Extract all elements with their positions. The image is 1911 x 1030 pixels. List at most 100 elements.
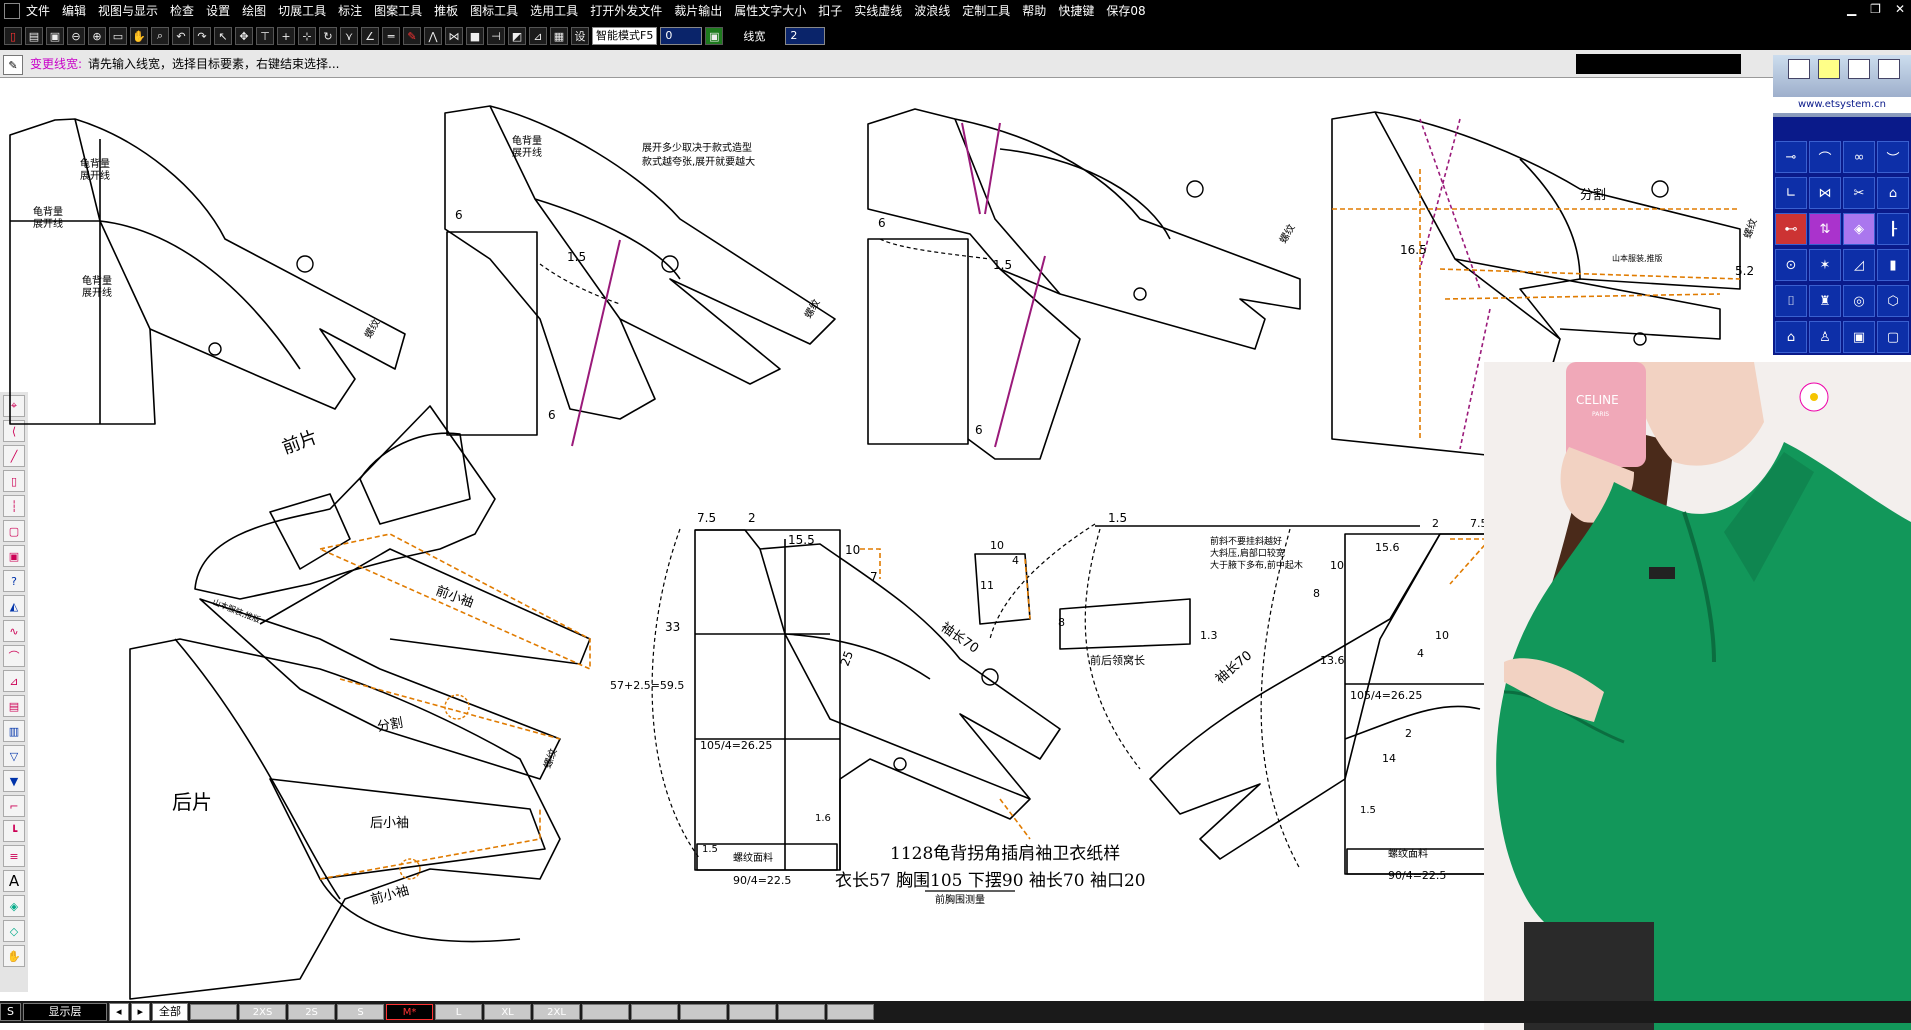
mode-select[interactable]: 智能模式F5 [592, 27, 658, 45]
menu-icon-tool[interactable]: 选用工具 [524, 0, 584, 22]
save-icon[interactable]: ▣ [46, 27, 64, 45]
add-point-icon[interactable]: ⊹ [298, 27, 316, 45]
tool-arc-icon[interactable]: ︶ [1877, 141, 1909, 173]
redo-icon[interactable]: ↷ [193, 27, 211, 45]
cross-icon[interactable]: + [277, 27, 295, 45]
menu-view[interactable]: 视图与显示 [92, 0, 164, 22]
size-empty[interactable] [778, 1004, 826, 1020]
zoom-area-icon[interactable]: ⌕ [151, 27, 169, 45]
dart-icon[interactable]: ⋀ [424, 27, 442, 45]
pan-hand-icon[interactable]: ✋ [130, 27, 148, 45]
color-icon[interactable]: ■ [466, 27, 484, 45]
menu-help[interactable]: 快捷键 [1052, 0, 1100, 22]
size-s[interactable]: S [337, 1004, 385, 1020]
select-arrow-icon[interactable]: ↖ [214, 27, 232, 45]
size-empty[interactable] [680, 1004, 728, 1020]
size-2s[interactable]: 2S [288, 1004, 336, 1020]
tool-collar-icon[interactable]: ⌂ [1877, 177, 1909, 209]
tool-sew-icon[interactable]: ⊷ [1775, 213, 1807, 245]
tool-hex-icon[interactable]: ⬡ [1877, 285, 1909, 317]
menu-grading[interactable]: 图标工具 [464, 0, 524, 22]
all-sizes-button[interactable]: 全部 [152, 1003, 189, 1021]
grade-icon[interactable]: ◩ [508, 27, 526, 45]
tool-link-icon[interactable]: ∞ [1843, 141, 1875, 173]
menu-piece-output[interactable]: 属性文字大小 [728, 0, 812, 22]
open-file-icon[interactable]: ▤ [25, 27, 43, 45]
tool-star-icon[interactable]: ✶ [1809, 249, 1841, 281]
tool-house-icon[interactable]: ⌂ [1775, 321, 1807, 353]
measure-icon[interactable]: ⊿ [529, 27, 547, 45]
size-2xl[interactable]: 2XL [533, 1004, 581, 1020]
zoom-in-icon[interactable]: ⊕ [88, 27, 106, 45]
undo-icon[interactable]: ↶ [172, 27, 190, 45]
parallel-icon[interactable]: ═ [382, 27, 400, 45]
tool-block-icon[interactable]: ▮ [1877, 249, 1909, 281]
tool-scissors-icon[interactable]: ✂ [1843, 177, 1875, 209]
menu-line-style[interactable]: 波浪线 [908, 0, 956, 22]
size-empty[interactable] [827, 1004, 875, 1020]
menu-file[interactable]: 文件 [20, 0, 56, 22]
pattern-draft-right[interactable] [1095, 525, 1496, 875]
size-2xs[interactable]: 2XS [239, 1004, 287, 1020]
tool-shoe-icon[interactable]: ◿ [1843, 249, 1875, 281]
tool-needle-icon[interactable]: ⊸ [1775, 141, 1807, 173]
settings-char-icon[interactable]: 设 [571, 27, 589, 45]
size-blank[interactable] [190, 1004, 238, 1020]
pattern-piece-1[interactable] [9, 118, 406, 425]
pattern-piece-front[interactable] [194, 405, 496, 600]
tool-grade-icon[interactable]: ⇅ [1809, 213, 1841, 245]
angle-icon[interactable]: ∠ [361, 27, 379, 45]
grid-icon[interactable]: ▦ [550, 27, 568, 45]
pattern-piece-back[interactable] [129, 638, 561, 1000]
tool-machine-icon[interactable]: ⌷ [1775, 285, 1807, 317]
menu-open-external[interactable]: 裁片输出 [668, 0, 728, 22]
line-width-input[interactable]: 2 [785, 27, 826, 45]
prev-arrow-icon[interactable]: ◂ [108, 1003, 129, 1021]
confirm-icon[interactable]: ▣ [705, 27, 724, 45]
rotate-icon[interactable]: ↻ [319, 27, 337, 45]
pattern-piece-front-sleeve[interactable] [199, 548, 591, 780]
menu-pattern-tool[interactable]: 推板 [428, 0, 464, 22]
size-s-button[interactable]: S [0, 1003, 21, 1021]
pen-icon[interactable]: ✎ [403, 27, 421, 45]
next-arrow-icon[interactable]: ▸ [130, 1003, 151, 1021]
notch-icon[interactable]: ⊣ [487, 27, 505, 45]
menu-shortcuts[interactable]: 保存08 [1100, 0, 1151, 22]
pleat-icon[interactable]: ⋈ [445, 27, 463, 45]
value-input[interactable]: 0 [660, 27, 703, 45]
tool-pin-icon[interactable]: ⊙ [1775, 249, 1807, 281]
menu-settings[interactable]: 设置 [200, 0, 236, 22]
tool-box-icon[interactable]: ▢ [1877, 321, 1909, 353]
move-icon[interactable]: ✥ [235, 27, 253, 45]
size-empty[interactable] [631, 1004, 679, 1020]
pattern-piece-3[interactable] [867, 108, 1301, 460]
tool-bag-icon[interactable]: ▣ [1843, 321, 1875, 353]
menu-wave-line[interactable]: 定制工具 [956, 0, 1016, 22]
tool-ruler-icon[interactable]: ┠ [1877, 213, 1909, 245]
tool-corner-icon[interactable]: ∟ [1775, 177, 1807, 209]
menu-draw[interactable]: 绘图 [236, 0, 272, 22]
restore-icon[interactable]: ❐ [1870, 2, 1881, 16]
size-xl[interactable]: XL [484, 1004, 532, 1020]
menu-cut-piece[interactable]: 切展工具 [272, 0, 332, 22]
size-empty[interactable] [729, 1004, 777, 1020]
align-icon[interactable]: ⊤ [256, 27, 274, 45]
tool-spiral-icon[interactable]: ◎ [1843, 285, 1875, 317]
line-width-tool-icon[interactable]: ✎ [3, 55, 23, 75]
tool-cross-icon[interactable]: ⋈ [1809, 177, 1841, 209]
layer-select[interactable]: 显示层 [22, 1003, 107, 1021]
menu-select-tool[interactable]: 打开外发文件 [584, 0, 668, 22]
menu-button[interactable]: 实线虚线 [848, 0, 908, 22]
menu-slash-tool[interactable]: 标注 [332, 0, 368, 22]
menu-custom-tool[interactable]: 帮助 [1016, 0, 1052, 22]
menu-attr-text-size[interactable]: 扣子 [812, 0, 848, 22]
fit-window-icon[interactable]: ▭ [109, 27, 127, 45]
menu-annotate[interactable]: 图案工具 [368, 0, 428, 22]
menu-edit[interactable]: 编辑 [56, 0, 92, 22]
size-m-active[interactable]: M* [386, 1004, 434, 1020]
tool-curve-icon[interactable]: ⌒ [1809, 141, 1841, 173]
menu-check[interactable]: 检查 [164, 0, 200, 22]
zoom-out-icon[interactable]: ⊖ [67, 27, 85, 45]
tool-shirt-icon[interactable]: ♙ [1809, 321, 1841, 353]
mirror-icon[interactable]: ⋎ [340, 27, 358, 45]
